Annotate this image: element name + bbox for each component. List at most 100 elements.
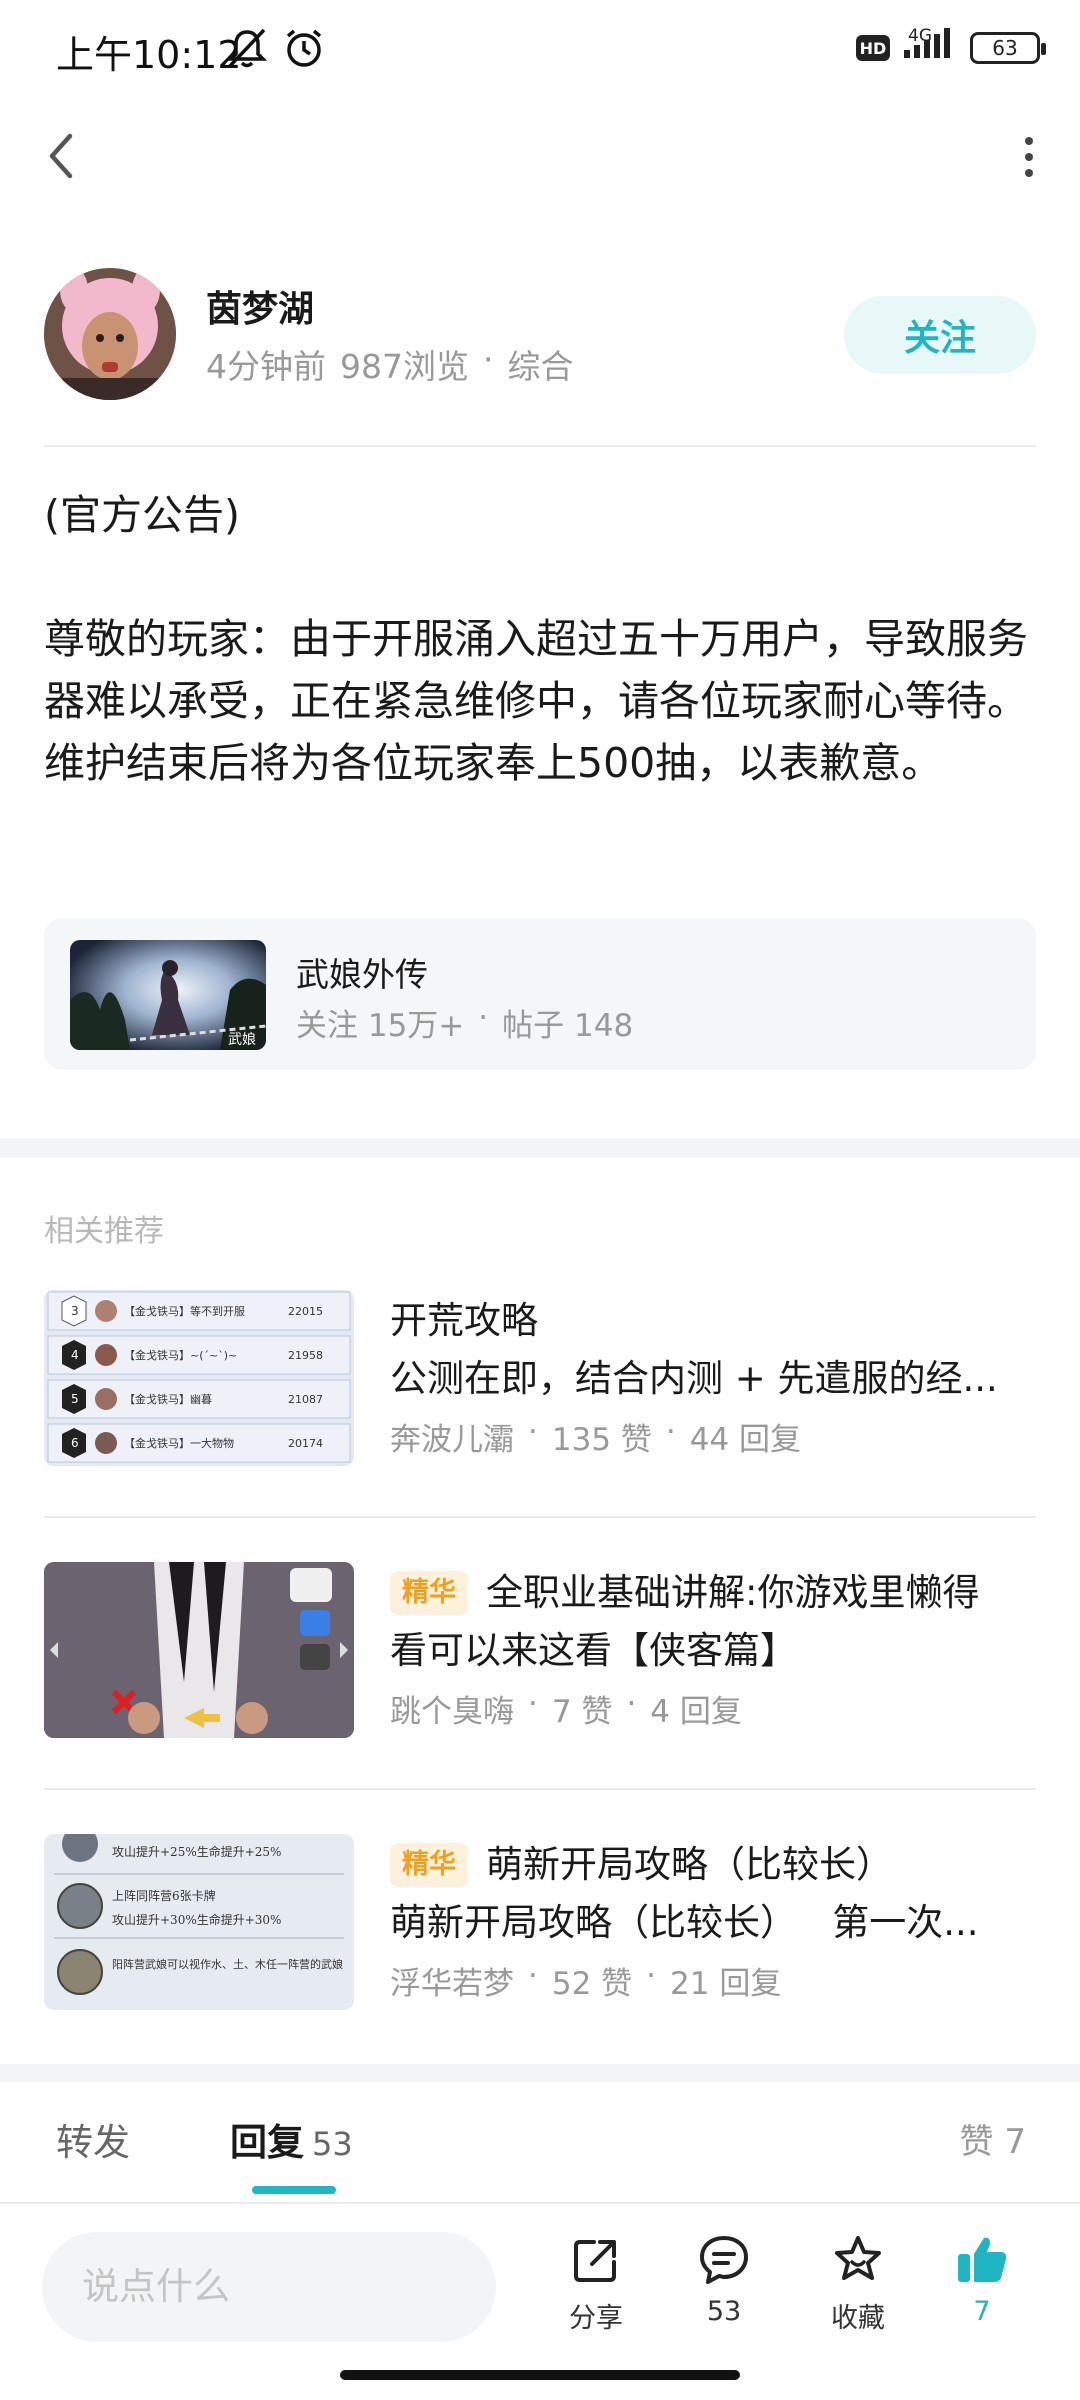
related-title-text: 精华 萌新开局攻略（比较长） 萌新开局攻略（比较长） 第一次... xyxy=(390,1836,1036,1952)
svg-text:5: 5 xyxy=(71,1392,79,1406)
like-count: 7 xyxy=(973,2296,991,2327)
share-icon xyxy=(574,2240,616,2282)
related-title-text: 开荒攻略 公测在即，结合内测 + 先遣服的经... xyxy=(390,1292,1036,1408)
game-posts: 帖子 148 xyxy=(502,1008,634,1044)
svg-text:上阵同阵营6张卡牌: 上阵同阵营6张卡牌 xyxy=(112,1889,216,1903)
related-replies: 21 回复 xyxy=(670,1966,782,2002)
author-meta: 4分钟前 987浏览 · 综合 xyxy=(206,340,574,388)
game-card[interactable]: 武娘 武娘外传 关注 15万+ · 帖子 148 xyxy=(44,918,1036,1070)
related-author: 奔波儿灞 xyxy=(390,1422,514,1458)
meta-separator: · xyxy=(478,1000,489,1036)
author-row: 茵梦湖 4分钟前 987浏览 · 综合 关注 xyxy=(44,268,1036,400)
back-button[interactable] xyxy=(40,128,84,184)
svg-text:【金戈铁马】等不到开服: 【金戈铁马】等不到开服 xyxy=(124,1304,245,1318)
post-time: 4分钟前 xyxy=(206,347,326,386)
status-time: 上午10:12 xyxy=(56,33,242,77)
svg-text:20174: 20174 xyxy=(288,1437,323,1450)
related-likes: 135 赞 xyxy=(551,1422,652,1458)
post-text: 尊敬的玩家：由于开服涌入超过五十万用户，导致服务器难以承受，正在紧急维修中，请各… xyxy=(44,615,1028,787)
more-options-icon[interactable] xyxy=(1014,132,1044,182)
status-bar: 上午10:12 4G HD 63 xyxy=(0,0,1080,100)
related-item[interactable]: 攻山提升+25%生命提升+25% 上阵同阵营6张卡牌 攻山提升+30%生命提升+… xyxy=(44,1834,1036,2010)
related-replies: 44 回复 xyxy=(689,1422,802,1458)
avatar[interactable] xyxy=(44,268,176,400)
related-meta: 浮华若梦 · 52 赞 · 21 回复 xyxy=(390,1958,782,2002)
favorite-button[interactable]: 收藏 xyxy=(808,2232,908,2362)
svg-text:【金戈铁马】幽暮: 【金戈铁马】幽暮 xyxy=(124,1392,212,1406)
svg-text:21087: 21087 xyxy=(288,1393,323,1406)
related-replies: 4 回复 xyxy=(650,1694,742,1730)
divider xyxy=(44,1788,1036,1790)
related-likes: 52 赞 xyxy=(551,1966,633,2002)
comment-count: 53 xyxy=(706,2296,742,2327)
comment-tab-bar: 转发 回复 53 赞 7 xyxy=(0,2082,1080,2202)
comment-input[interactable]: 说点什么 xyxy=(42,2232,496,2342)
signal-icon xyxy=(904,28,956,68)
mute-bell-icon xyxy=(224,26,270,74)
section-separator xyxy=(0,2064,1080,2082)
comment-button[interactable]: 53 xyxy=(674,2232,774,2362)
related-meta: 奔波儿灞 · 135 赞 · 44 回复 xyxy=(390,1414,802,1458)
related-title: 相关推荐 xyxy=(44,1214,164,1249)
game-meta: 关注 15万+ · 帖子 148 xyxy=(296,1000,633,1045)
svg-text:攻山提升+30%生命提升+30%: 攻山提升+30%生命提升+30% xyxy=(112,1912,281,1927)
related-title-line2: 看可以来这看【侠客篇】 xyxy=(390,1629,797,1672)
svg-text:阳阵营武娘可以视作水、土、木任一阵营的武娘: 阳阵营武娘可以视作水、土、木任一阵营的武娘 xyxy=(112,1957,343,1971)
related-author: 跳个臭嗨 xyxy=(390,1694,514,1730)
related-author: 浮华若梦 xyxy=(390,1966,514,2002)
follow-button[interactable]: 关注 xyxy=(844,296,1036,374)
svg-text:4: 4 xyxy=(71,1348,79,1362)
related-title-line2: 萌新开局攻略（比较长） 第一次... xyxy=(390,1901,979,1944)
like-button[interactable]: 7 xyxy=(932,2232,1032,2362)
game-followers: 关注 15万+ xyxy=(296,1008,465,1044)
related-title-line2: 公测在即，结合内测 + 先遣服的经... xyxy=(390,1357,998,1400)
tab-reply[interactable]: 回复 53 xyxy=(230,2112,353,2166)
related-item[interactable]: 3 【金戈铁马】等不到开服 22015 4 【金戈铁马】~(ˊ~ˋ)~ 2195… xyxy=(44,1290,1036,1466)
meta-separator: · xyxy=(483,340,494,379)
related-item[interactable]: 精华 全职业基础讲解:你游戏里懒得 看可以来这看【侠客篇】 跳个臭嗨 · 7 赞 · … xyxy=(44,1562,1036,1738)
divider xyxy=(44,445,1036,447)
hd-badge: HD xyxy=(856,35,890,61)
comment-icon xyxy=(700,2236,748,2284)
game-thumbnail: 武娘 xyxy=(70,940,266,1050)
tab-like[interactable]: 赞 7 xyxy=(960,2114,1026,2163)
related-thumbnail: 3 【金戈铁马】等不到开服 22015 4 【金戈铁马】~(ˊ~ˋ)~ 2195… xyxy=(44,1290,354,1466)
section-separator xyxy=(0,1138,1080,1158)
active-tab-indicator xyxy=(252,2186,336,2194)
related-title-text: 精华 全职业基础讲解:你游戏里懒得 看可以来这看【侠客篇】 xyxy=(390,1564,1036,1680)
post-content: (官方公告) 尊敬的玩家：由于开服涌入超过五十万用户，导致服务器难以承受，正在紧… xyxy=(44,484,1036,794)
svg-text:22015: 22015 xyxy=(288,1305,323,1318)
post-category: 综合 xyxy=(507,347,574,386)
thumbs-up-icon xyxy=(958,2237,1007,2282)
tab-reply-label: 回复 xyxy=(230,2121,304,2164)
svg-text:6: 6 xyxy=(71,1436,79,1450)
related-title-line1: 全职业基础讲解:你游戏里懒得 xyxy=(486,1571,980,1614)
related-title-line1: 开荒攻略 xyxy=(390,1299,538,1342)
svg-text:武娘: 武娘 xyxy=(228,1032,256,1048)
svg-text:21958: 21958 xyxy=(288,1349,323,1362)
tab-reply-count: 53 xyxy=(312,2125,353,2163)
view-count: 987浏览 xyxy=(340,347,469,386)
share-label: 分享 xyxy=(569,2303,623,2334)
game-name: 武娘外传 xyxy=(296,955,428,994)
thumb-rank: 3 xyxy=(71,1304,79,1318)
post-heading: (官方公告) xyxy=(44,491,240,539)
share-button[interactable]: 分享 xyxy=(546,2232,646,2362)
related-thumbnail: 攻山提升+25%生命提升+25% 上阵同阵营6张卡牌 攻山提升+30%生命提升+… xyxy=(44,1834,354,2010)
svg-text:【金戈铁马】~(ˊ~ˋ)~: 【金戈铁马】~(ˊ~ˋ)~ xyxy=(124,1348,237,1362)
svg-text:【金戈铁马】一大物物: 【金戈铁马】一大物物 xyxy=(124,1436,234,1450)
related-thumbnail xyxy=(44,1562,354,1738)
related-title-line1: 萌新开局攻略（比较长） xyxy=(486,1843,893,1886)
author-name[interactable]: 茵梦湖 xyxy=(206,280,314,332)
related-likes: 7 赞 xyxy=(551,1694,613,1730)
svg-text:攻山提升+25%生命提升+25%: 攻山提升+25%生命提升+25% xyxy=(112,1844,281,1859)
favorite-label: 收藏 xyxy=(831,2303,885,2334)
featured-tag: 精华 xyxy=(390,1571,468,1615)
featured-tag: 精华 xyxy=(390,1843,468,1887)
alarm-icon xyxy=(282,26,326,74)
battery-indicator: 63 xyxy=(970,32,1046,64)
home-indicator[interactable] xyxy=(340,2370,740,2380)
star-icon xyxy=(835,2236,881,2280)
divider xyxy=(44,1516,1036,1518)
tab-forward[interactable]: 转发 xyxy=(56,2112,130,2166)
